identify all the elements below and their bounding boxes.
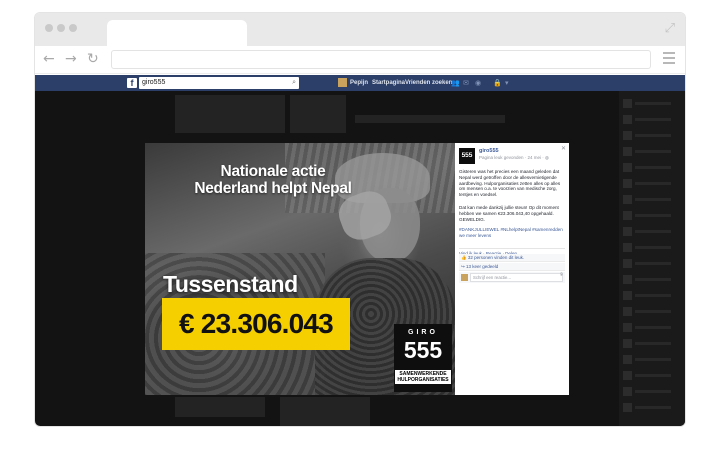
background-chat-item [623, 259, 681, 268]
close-icon[interactable]: ✕ [561, 145, 566, 152]
background-chat-item [623, 387, 681, 396]
amount-box: € 23.306.043 [162, 298, 350, 350]
page-name-link[interactable]: giro555 [479, 148, 499, 154]
facebook-top-bar: f giro555 ⌕ Pepijn Startpagina Vrienden … [35, 75, 685, 91]
background-chat-item [623, 131, 681, 140]
background-chat-item [623, 339, 681, 348]
privacy-shortcuts-icon[interactable]: 🔒 [493, 78, 502, 88]
background-chat-item [623, 403, 681, 412]
likes-text: 32 personen vinden dit leuk. [467, 255, 525, 260]
forward-arrow-icon[interactable]: → [65, 51, 77, 67]
background-chat-item [623, 147, 681, 156]
background-chat-item [623, 99, 681, 108]
nav-find-friends-link[interactable]: Vrienden zoeken [405, 78, 452, 88]
commenter-avatar [461, 274, 468, 281]
background-chat-item [623, 275, 681, 284]
logo-giro-text: GIRO [408, 329, 438, 336]
photo-viewer: Nationale actie Nederland helpt Nepal Tu… [145, 143, 569, 395]
user-avatar[interactable] [338, 78, 347, 87]
facebook-search-input[interactable]: giro555 ⌕ [139, 77, 299, 89]
background-chat-item [623, 323, 681, 332]
nav-home-link[interactable]: Startpagina [372, 78, 405, 88]
page-viewport: f giro555 ⌕ Pepijn Startpagina Vrienden … [35, 75, 685, 426]
search-value: giro555 [142, 79, 166, 86]
post-meta: Pagina leuk gevonden · 24 mei · ◍ [479, 155, 549, 161]
background-chat-item [623, 291, 681, 300]
shares-text: 13 keer gedeeld [466, 264, 499, 269]
post-side-panel: 555 giro555 Pagina leuk gevonden · 24 me… [455, 143, 569, 395]
browser-menu-icon[interactable] [663, 52, 675, 67]
comment-input[interactable]: Schrijf een reactie... [470, 273, 563, 282]
shares-count[interactable]: ↪ 13 keer gedeeld [459, 263, 565, 271]
messages-icon[interactable]: ✉ [463, 78, 469, 88]
background-post-image [280, 397, 370, 426]
giro555-logo: GIRO 555 SAMENWERKENDE HULPORGANISATIES [394, 324, 452, 392]
post-meta-text: Pagina leuk gevonden · 24 mei · [479, 155, 546, 160]
window-maximize-dot[interactable] [69, 24, 77, 32]
campaign-photo[interactable]: Nationale actie Nederland helpt Nepal Tu… [145, 143, 455, 395]
browser-window: ⤢ ← → ↻ f giro555 ⌕ Pepijn Startpagina V… [35, 13, 685, 426]
like-thumb-icon: 👍 [461, 255, 468, 260]
background-cover-photo [175, 95, 285, 133]
status-label: Tussenstand [163, 271, 298, 297]
background-photo-thumb [290, 95, 346, 133]
facebook-logo-icon[interactable]: f [127, 78, 137, 88]
account-menu-icon[interactable]: ▾ [505, 78, 509, 88]
page-avatar[interactable]: 555 [459, 148, 475, 164]
post-hashtags[interactable]: #DANKJULLIEWEL #NLhelptNepal #samenredde… [459, 227, 565, 239]
browser-tab[interactable] [107, 20, 247, 46]
logo-subtitle: SAMENWERKENDE HULPORGANISATIES [395, 370, 451, 384]
post-paragraph: Gisteren was het precies een maand geled… [459, 169, 561, 198]
background-chat-item [623, 195, 681, 204]
background-chat-item [623, 115, 681, 124]
likes-count[interactable]: 👍 32 personen vinden dit leuk. [459, 254, 565, 262]
campaign-headline: Nationale actie Nederland helpt Nepal [194, 163, 352, 197]
background-chat-item [623, 211, 681, 220]
logo-number: 555 [403, 337, 443, 363]
comment-box: Schrijf een reactie... ⌾ [459, 272, 565, 283]
background-chat-item [623, 307, 681, 316]
friend-requests-icon[interactable]: 👥 [451, 78, 460, 88]
background-chat-item [623, 355, 681, 364]
back-arrow-icon[interactable]: ← [43, 51, 55, 67]
reload-icon[interactable]: ↻ [87, 51, 99, 67]
amount-value: € 23.306.043 [179, 308, 334, 339]
browser-tab-strip: ⤢ [35, 13, 685, 46]
fullscreen-icon[interactable]: ⤢ [665, 21, 675, 36]
background-post-line [355, 115, 505, 123]
globe-icon: ◍ [545, 155, 549, 160]
background-post-snippet [175, 397, 265, 417]
address-bar[interactable] [111, 50, 651, 69]
post-paragraph: Dat kan mede dankzij jullie steun! Op di… [459, 205, 559, 222]
background-chat-item [623, 179, 681, 188]
background-chat-item [623, 163, 681, 172]
background-chat-item [623, 371, 681, 380]
search-icon[interactable]: ⌕ [292, 77, 296, 89]
camera-icon[interactable]: ⌾ [560, 272, 563, 278]
window-minimize-dot[interactable] [57, 24, 65, 32]
background-chat-item [623, 243, 681, 252]
background-chat-item [623, 227, 681, 236]
window-close-dot[interactable] [45, 24, 53, 32]
notifications-icon[interactable]: ◉ [475, 78, 481, 88]
nav-profile-link[interactable]: Pepijn [350, 78, 368, 88]
browser-toolbar: ← → ↻ [35, 46, 685, 74]
